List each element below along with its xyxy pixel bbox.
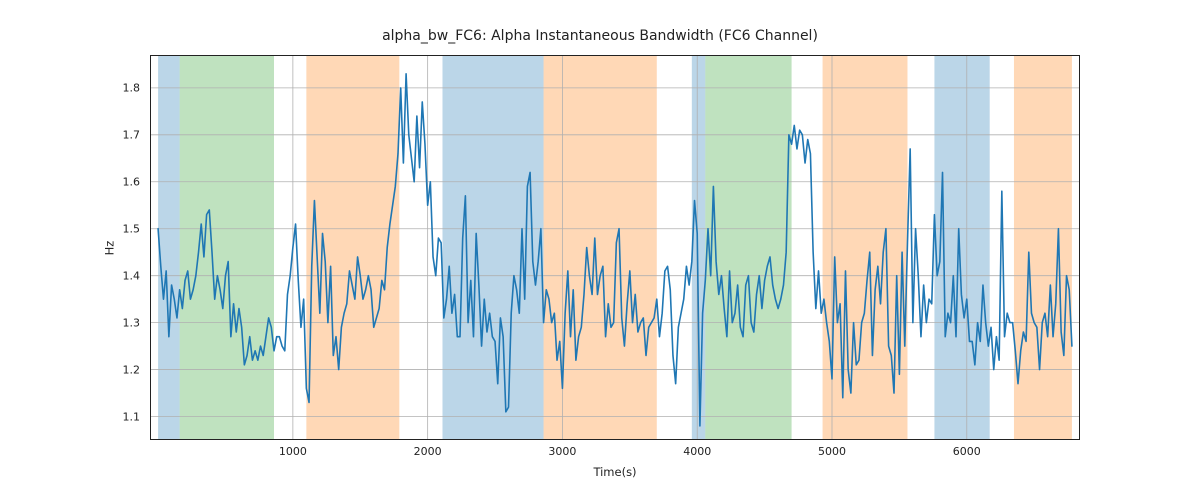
y-axis-label: Hz xyxy=(102,240,116,255)
x-tick-label: 3000 xyxy=(548,445,576,458)
y-tick-label: 1.3 xyxy=(123,316,141,329)
y-tick-label: 1.5 xyxy=(123,222,141,235)
highlight-region xyxy=(158,55,180,440)
highlight-region xyxy=(180,55,274,440)
x-axis-label: Time(s) xyxy=(150,465,1080,479)
y-tick-label: 1.2 xyxy=(123,363,141,376)
x-tick-label: 4000 xyxy=(683,445,711,458)
y-tick-label: 1.4 xyxy=(123,269,141,282)
highlight-region xyxy=(442,55,543,440)
plot-area xyxy=(150,55,1080,440)
x-tick-label: 2000 xyxy=(414,445,442,458)
highlight-region xyxy=(544,55,657,440)
y-tick-label: 1.8 xyxy=(123,81,141,94)
highlight-region xyxy=(705,55,791,440)
x-tick-label: 6000 xyxy=(953,445,981,458)
highlight-region xyxy=(1014,55,1072,440)
chart-title: alpha_bw_FC6: Alpha Instantaneous Bandwi… xyxy=(0,28,1200,44)
figure: alpha_bw_FC6: Alpha Instantaneous Bandwi… xyxy=(0,0,1200,500)
highlight-region xyxy=(306,55,399,440)
axes: 1000 2000 3000 4000 5000 6000 1.1 1.2 1.… xyxy=(150,55,1080,440)
x-tick-label: 5000 xyxy=(818,445,846,458)
x-tick-label: 1000 xyxy=(279,445,307,458)
highlight-region xyxy=(934,55,989,440)
y-tick-label: 1.7 xyxy=(123,128,141,141)
y-tick-label: 1.1 xyxy=(123,410,141,423)
y-tick-label: 1.6 xyxy=(123,175,141,188)
